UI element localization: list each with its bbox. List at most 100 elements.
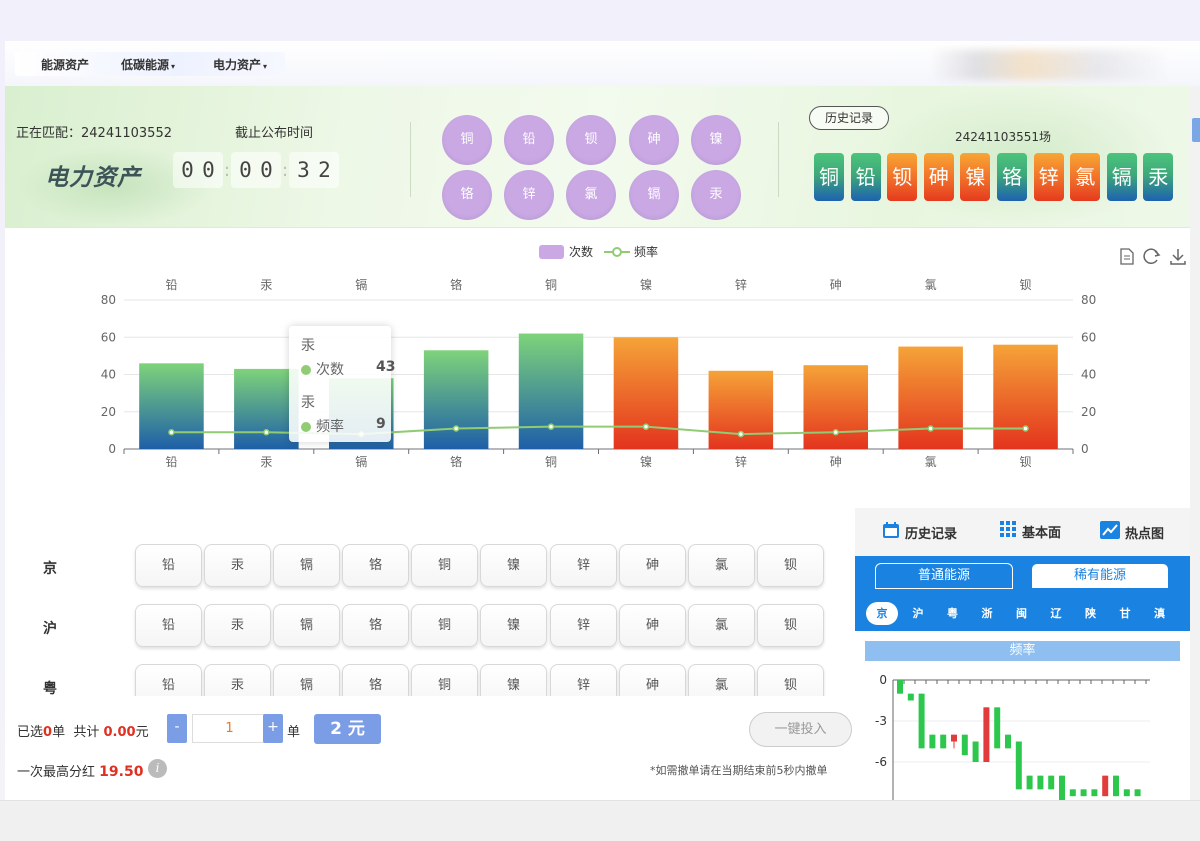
region-item[interactable]: 浙 (982, 605, 993, 621)
unit-price-button[interactable]: 2 元 (314, 714, 381, 744)
info-icon[interactable]: i (148, 759, 167, 778)
nav-item-energy-assets[interactable]: 能源资产 (41, 56, 89, 73)
candle[interactable] (897, 680, 903, 694)
pick-button[interactable]: 汞 (204, 664, 271, 696)
pick-button[interactable]: 镍 (480, 664, 547, 696)
pick-button[interactable]: 砷 (619, 604, 686, 647)
candidate-ball[interactable]: 铅 (504, 115, 554, 165)
region-item[interactable]: 闽 (1016, 605, 1027, 621)
invest-all-button[interactable]: 一键投入 (749, 712, 852, 747)
legend-swatch[interactable] (539, 245, 564, 259)
region-item[interactable]: 京 (866, 602, 898, 625)
candle[interactable] (1069, 789, 1076, 797)
bar[interactable] (993, 344, 1058, 449)
region-item[interactable]: 沪 (913, 605, 924, 621)
pick-button[interactable]: 锌 (550, 604, 617, 647)
candle[interactable] (918, 693, 925, 749)
bar[interactable] (139, 363, 204, 449)
candidate-ball[interactable]: 砷 (629, 115, 679, 165)
pick-button[interactable]: 铬 (342, 604, 409, 647)
candidate-ball[interactable]: 钡 (566, 115, 616, 165)
line-point[interactable] (452, 425, 460, 432)
pick-button[interactable]: 镉 (273, 664, 340, 696)
legend-marker[interactable] (612, 247, 622, 257)
pick-button[interactable]: 镍 (480, 604, 547, 647)
line-point[interactable] (547, 423, 555, 430)
pick-button[interactable]: 氯 (688, 544, 755, 587)
line-point[interactable] (263, 428, 270, 436)
candidate-ball[interactable]: 铬 (442, 170, 492, 220)
pick-button[interactable]: 铅 (135, 664, 202, 696)
line-point[interactable] (832, 428, 839, 436)
bar[interactable] (423, 350, 489, 449)
region-item[interactable]: 陕 (1085, 605, 1096, 621)
line-point[interactable] (168, 428, 175, 436)
candidate-ball[interactable]: 镉 (629, 170, 679, 220)
candle[interactable] (1113, 775, 1119, 797)
candle[interactable] (1123, 789, 1130, 797)
pick-button[interactable]: 铜 (411, 604, 478, 647)
bar[interactable] (803, 365, 869, 449)
candle[interactable] (994, 707, 1001, 749)
history-button[interactable]: 历史记录 (809, 106, 889, 130)
segment-normal-energy[interactable]: 普通能源 (875, 563, 1013, 589)
candle[interactable] (983, 707, 990, 762)
pick-button[interactable]: 钡 (757, 544, 824, 587)
download-icon[interactable] (1170, 249, 1186, 265)
bar[interactable] (613, 337, 679, 449)
pick-button[interactable]: 铬 (342, 664, 409, 696)
legend-label[interactable]: 次数 (569, 244, 593, 259)
candle[interactable] (1091, 789, 1098, 797)
nav-item-power-assets[interactable]: 电力资产 ▾ (213, 56, 267, 73)
line-point[interactable] (642, 423, 650, 430)
candidate-ball[interactable]: 汞 (691, 170, 741, 220)
candidate-ball[interactable]: 锌 (504, 170, 554, 220)
line-point[interactable] (927, 425, 934, 432)
region-item[interactable]: 粤 (947, 605, 958, 621)
candle[interactable] (940, 734, 947, 749)
segment-rare-energy[interactable]: 稀有能源 (1031, 563, 1169, 589)
candle[interactable] (972, 741, 979, 763)
decrease-button[interactable]: - (167, 714, 187, 743)
candidate-ball[interactable]: 铜 (442, 115, 492, 165)
candidate-ball[interactable]: 氯 (566, 170, 616, 220)
tab-heatmap[interactable]: 热点图 (1100, 521, 1164, 543)
candle[interactable] (1134, 789, 1141, 797)
bar[interactable] (518, 333, 584, 449)
candidate-ball[interactable]: 镍 (691, 115, 741, 165)
candle[interactable] (907, 693, 914, 701)
pick-button[interactable]: 钡 (757, 664, 824, 696)
candle[interactable] (1026, 775, 1033, 790)
pick-button[interactable]: 镍 (480, 544, 547, 587)
pick-button[interactable]: 砷 (619, 664, 686, 696)
bar[interactable] (898, 346, 963, 449)
candle[interactable] (951, 734, 957, 742)
candle[interactable] (1102, 775, 1109, 797)
pick-button[interactable]: 铅 (135, 544, 202, 587)
pick-button[interactable]: 铜 (411, 664, 478, 696)
candle[interactable] (1015, 741, 1022, 790)
region-item[interactable]: 甘 (1120, 605, 1131, 621)
candle[interactable] (929, 734, 936, 749)
candle[interactable] (961, 734, 968, 756)
tab-history[interactable]: 历史记录 (882, 521, 957, 543)
candle[interactable] (1059, 775, 1065, 800)
nav-item-low-carbon[interactable]: 低碳能源 ▾ (121, 56, 175, 73)
refresh-icon[interactable] (1143, 248, 1161, 264)
tab-fundamentals[interactable]: 基本面 (1000, 521, 1061, 542)
pick-button[interactable]: 氯 (688, 604, 755, 647)
quantity-input[interactable]: 1 (192, 714, 267, 743)
pick-button[interactable]: 镉 (273, 604, 340, 647)
line-point[interactable] (737, 430, 745, 438)
legend-label[interactable]: 频率 (634, 244, 658, 259)
pick-button[interactable]: 汞 (204, 544, 271, 587)
scroll-thumb[interactable] (1192, 118, 1200, 142)
pick-button[interactable]: 铅 (135, 604, 202, 647)
pick-button[interactable]: 砷 (619, 544, 686, 587)
candle[interactable] (1037, 775, 1044, 790)
pick-button[interactable]: 钡 (757, 604, 824, 647)
candle[interactable] (1048, 775, 1055, 790)
pick-button[interactable]: 镉 (273, 544, 340, 587)
region-item[interactable]: 滇 (1154, 605, 1165, 621)
line-point[interactable] (1022, 425, 1029, 432)
